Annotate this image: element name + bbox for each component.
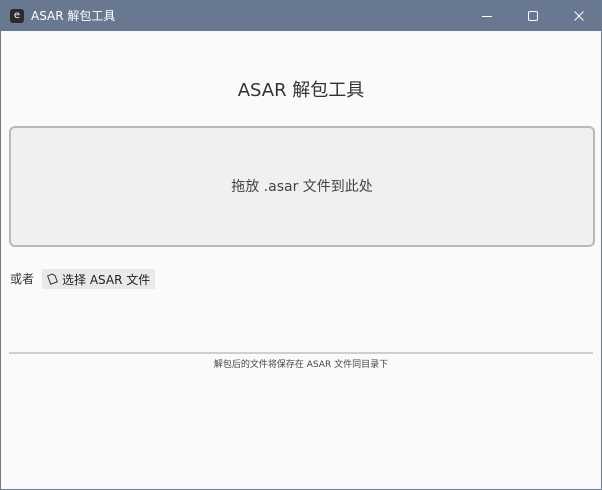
save-location-hint: 解包后的文件将保存在 ASAR 文件同目录下 bbox=[213, 360, 389, 370]
drop-zone-text: 拖放 .asar 文件到此处 bbox=[231, 179, 373, 195]
or-label: 或者 bbox=[10, 272, 35, 286]
select-button-label: 选择 ASAR 文件 bbox=[62, 272, 151, 287]
app-icon: e bbox=[10, 9, 24, 23]
close-button[interactable] bbox=[556, 1, 601, 31]
title-bar[interactable]: e ASAR 解包工具 bbox=[1, 1, 601, 31]
window-title: ASAR 解包工具 bbox=[31, 9, 116, 23]
file-icon bbox=[46, 273, 58, 285]
app-window: e ASAR 解包工具 ASAR 解包工具 拖放 .asar 文件到此处 或者 bbox=[0, 0, 602, 490]
drop-zone[interactable]: 拖放 .asar 文件到此处 bbox=[9, 126, 595, 247]
minimize-icon bbox=[482, 16, 492, 17]
maximize-icon bbox=[528, 11, 538, 21]
maximize-button[interactable] bbox=[510, 1, 556, 31]
select-asar-file-button[interactable]: 选择 ASAR 文件 bbox=[42, 269, 156, 289]
close-icon bbox=[574, 11, 584, 21]
page-title: ASAR 解包工具 bbox=[237, 80, 365, 101]
minimize-button[interactable] bbox=[464, 1, 510, 31]
divider bbox=[9, 352, 593, 354]
